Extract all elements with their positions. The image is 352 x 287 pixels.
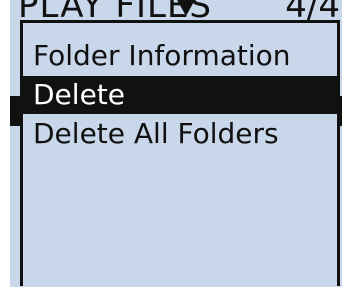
left-selection-bar [10,96,20,126]
menu-item-delete[interactable]: Delete [23,76,337,114]
menu-item-folder-information[interactable]: Folder Information [23,37,337,75]
menu-item-delete-all-folders[interactable]: Delete All Folders [23,115,337,153]
pointer-arrow-icon [176,0,196,16]
quick-menu: Folder Information Delete Delete All Fol… [20,20,340,286]
radio-screen: PLAY FILES 4/4 Folder Information Delete… [0,0,352,287]
